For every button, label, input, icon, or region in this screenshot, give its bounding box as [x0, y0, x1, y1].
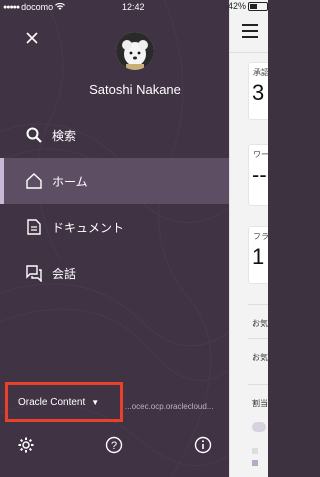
stat-card-label: ワー	[253, 150, 268, 159]
nav-item-label: 会話	[52, 266, 77, 281]
clock: 12:42	[122, 2, 145, 12]
nav-item-conversations[interactable]: 会話	[0, 250, 229, 296]
product-switcher-label: Oracle Content	[18, 396, 86, 408]
caret-down-icon: ▼	[91, 397, 100, 407]
search-icon	[24, 125, 44, 145]
section-divider	[248, 384, 268, 385]
carrier-indicator: ●●●●● docomo	[3, 2, 66, 12]
stat-card-value: 3	[252, 80, 265, 105]
avatar[interactable]	[116, 32, 154, 70]
user-photo	[116, 32, 154, 70]
conversation-icon	[24, 263, 44, 283]
stat-card-value: 1	[252, 244, 265, 269]
close-icon	[26, 32, 38, 44]
header-divider	[230, 52, 268, 53]
legend-swatch	[252, 448, 258, 454]
stat-card-value: --	[252, 162, 267, 187]
toggle-chip[interactable]	[252, 422, 266, 432]
favorites-row[interactable]: お気	[252, 318, 268, 329]
user-name: Satoshi Nakane	[89, 82, 181, 97]
stat-card-label: 承認	[253, 68, 268, 77]
nav-item-label: ホーム	[52, 174, 88, 189]
section-divider	[248, 338, 268, 339]
menu-icon[interactable]	[242, 24, 258, 38]
nav-item-label: ドキュメント	[52, 220, 125, 235]
help-icon[interactable]: ?	[105, 436, 123, 454]
battery-icon	[248, 1, 268, 11]
favorites-row[interactable]: お気	[252, 352, 268, 363]
drawer-footer: ?	[0, 436, 229, 456]
section-divider	[248, 304, 268, 305]
status-bar: ●●●●● docomo 12:42 42%	[0, 0, 268, 14]
home-icon	[24, 171, 44, 191]
drawer-nav: 検索 ホーム ドキュメント 会話	[0, 112, 229, 296]
battery-percent: 42%	[227, 1, 246, 11]
close-drawer-button[interactable]	[22, 28, 42, 48]
stat-card-flagged[interactable]: フラ 1	[248, 226, 268, 284]
wifi-icon	[55, 3, 66, 10]
documents-icon	[24, 217, 44, 237]
nav-item-documents[interactable]: ドキュメント	[0, 204, 229, 250]
assigned-row[interactable]: 割当	[252, 398, 268, 409]
navigation-drawer: Satoshi Nakane 検索 ホーム ドキュメント 会話 Oracle C…	[0, 0, 229, 477]
product-switcher-dropdown[interactable]: Oracle Content ▼	[5, 382, 123, 422]
battery-indicator: 42%	[228, 1, 268, 11]
server-url: ...ocec.ocp.oraclecloud...	[125, 402, 214, 411]
nav-item-label: 検索	[52, 128, 77, 143]
nav-item-search[interactable]: 検索	[0, 112, 229, 158]
svg-text:?: ?	[111, 440, 117, 452]
settings-icon[interactable]	[17, 436, 35, 454]
nav-item-home[interactable]: ホーム	[0, 158, 229, 204]
legend-swatch	[252, 460, 258, 466]
background-home-screen[interactable]: 承認 3 ワー -- フラ 1 お気 お気 割当	[229, 0, 268, 477]
signal-icon: ●●●●●	[3, 3, 20, 11]
stat-card-workflow[interactable]: ワー --	[248, 144, 268, 206]
carrier-label: docomo	[21, 2, 54, 12]
info-icon[interactable]	[194, 436, 212, 454]
stat-card-approvals[interactable]: 承認 3	[248, 62, 268, 120]
stat-card-label: フラ	[253, 232, 268, 241]
